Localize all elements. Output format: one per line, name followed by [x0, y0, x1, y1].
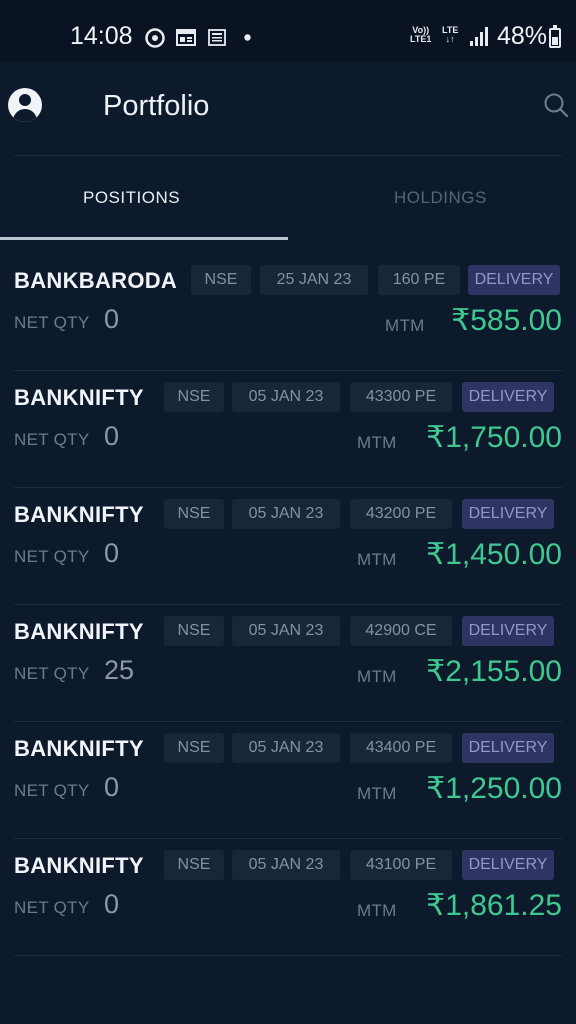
dot-icon: [244, 34, 251, 41]
exchange-chip: NSE: [164, 850, 224, 880]
expiry-chip: 05 JAN 23: [232, 616, 340, 646]
row-divider: [14, 955, 562, 956]
product-chip: DELIVERY: [468, 265, 560, 295]
position-symbol: BANKBARODA: [14, 268, 178, 293]
profile-icon[interactable]: [8, 88, 42, 122]
net-qty-label: NET QTY: [14, 664, 90, 683]
strike-chip: 160 PE: [378, 265, 460, 295]
expiry-chip: 25 JAN 23: [260, 265, 368, 295]
mtm-value: ₹2,155.00: [426, 655, 562, 688]
exchange-chip: NSE: [164, 499, 224, 529]
position-symbol: BANKNIFTY: [14, 502, 144, 527]
position-row[interactable]: BANKBARODA NSE 25 JAN 23 160 PE DELIVERY…: [0, 254, 576, 371]
header-divider: [14, 155, 562, 156]
net-qty-value: 0: [104, 538, 120, 568]
mtm-value: ₹1,450.00: [426, 538, 562, 571]
expiry-chip: 05 JAN 23: [232, 499, 340, 529]
document-icon: [208, 29, 226, 46]
position-row[interactable]: BANKNIFTY NSE 05 JAN 23 43100 PE DELIVER…: [0, 839, 576, 956]
mtm-label: MTM: [357, 901, 397, 920]
lte-indicator: LTE ↓↑: [442, 26, 458, 44]
tab-holdings[interactable]: HOLDINGS: [394, 188, 487, 208]
news-icon: [176, 29, 196, 46]
chrome-icon: [145, 28, 165, 48]
search-icon[interactable]: [543, 92, 569, 118]
signal-icon: [470, 26, 490, 46]
mtm-value: ₹585.00: [451, 304, 562, 337]
position-symbol: BANKNIFTY: [14, 619, 144, 644]
net-qty-label: NET QTY: [14, 781, 90, 800]
volte-indicator: Vo)) LTE1: [410, 26, 431, 44]
exchange-chip: NSE: [164, 616, 224, 646]
strike-chip: 43300 PE: [350, 382, 452, 412]
expiry-chip: 05 JAN 23: [232, 733, 340, 763]
mtm-value: ₹1,750.00: [426, 421, 562, 454]
position-row[interactable]: BANKNIFTY NSE 05 JAN 23 43400 PE DELIVER…: [0, 722, 576, 839]
exchange-chip: NSE: [164, 382, 224, 412]
position-row[interactable]: BANKNIFTY NSE 05 JAN 23 43200 PE DELIVER…: [0, 488, 576, 605]
active-tab-indicator: [0, 237, 288, 240]
battery-percent: 48%: [497, 22, 548, 50]
exchange-chip: NSE: [191, 265, 251, 295]
lte-arrows-text: ↓↑: [445, 34, 455, 44]
expiry-chip: 05 JAN 23: [232, 850, 340, 880]
position-symbol: BANKNIFTY: [14, 853, 144, 878]
product-chip: DELIVERY: [462, 733, 554, 763]
net-qty-value: 0: [104, 421, 120, 451]
page-title: Portfolio: [103, 90, 210, 122]
status-time: 14:08: [70, 22, 133, 50]
mtm-label: MTM: [357, 433, 397, 452]
strike-chip: 43100 PE: [350, 850, 452, 880]
mtm-value: ₹1,861.25: [426, 889, 562, 922]
strike-chip: 42900 CE: [350, 616, 452, 646]
tab-positions[interactable]: POSITIONS: [83, 188, 180, 208]
expiry-chip: 05 JAN 23: [232, 382, 340, 412]
position-row[interactable]: BANKNIFTY NSE 05 JAN 23 42900 CE DELIVER…: [0, 605, 576, 722]
net-qty-value: 0: [104, 772, 120, 802]
battery-icon: [549, 25, 561, 48]
position-symbol: BANKNIFTY: [14, 736, 144, 761]
net-qty-label: NET QTY: [14, 547, 90, 566]
position-symbol: BANKNIFTY: [14, 385, 144, 410]
product-chip: DELIVERY: [462, 382, 554, 412]
mtm-label: MTM: [357, 667, 397, 686]
product-chip: DELIVERY: [462, 499, 554, 529]
mtm-label: MTM: [357, 784, 397, 803]
mtm-label: MTM: [385, 316, 425, 335]
product-chip: DELIVERY: [462, 850, 554, 880]
net-qty-value: 25: [104, 655, 135, 685]
net-qty-value: 0: [104, 304, 120, 334]
position-row[interactable]: BANKNIFTY NSE 05 JAN 23 43300 PE DELIVER…: [0, 371, 576, 488]
status-bar: 14:08 Vo)) LTE1 LTE ↓↑ 48%: [0, 0, 576, 62]
net-qty-label: NET QTY: [14, 430, 90, 449]
mtm-label: MTM: [357, 550, 397, 569]
mtm-value: ₹1,250.00: [426, 772, 562, 805]
volte-bottom-text: LTE1: [410, 34, 432, 44]
net-qty-value: 0: [104, 889, 120, 919]
exchange-chip: NSE: [164, 733, 224, 763]
net-qty-label: NET QTY: [14, 898, 90, 917]
strike-chip: 43200 PE: [350, 499, 452, 529]
strike-chip: 43400 PE: [350, 733, 452, 763]
net-qty-label: NET QTY: [14, 313, 90, 332]
product-chip: DELIVERY: [462, 616, 554, 646]
